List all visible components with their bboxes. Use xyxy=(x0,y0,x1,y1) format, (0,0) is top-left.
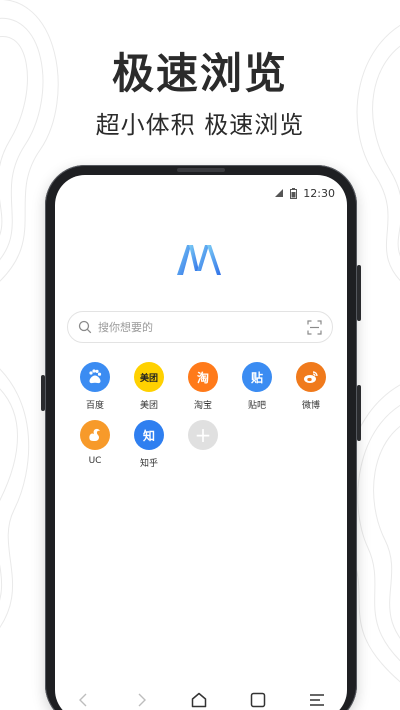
status-time: 12:30 xyxy=(303,186,335,200)
shortcut-label: 微博 xyxy=(301,401,320,411)
phone-frame: 12:30 搜你想要的 百度 美团 美团 淘 淘宝 贴 贴吧 微博 UC 知 知… xyxy=(41,165,361,710)
shortcut-taobao[interactable]: 淘 淘宝 xyxy=(176,362,230,411)
shortcut-label: 淘宝 xyxy=(193,401,212,411)
weibo-icon xyxy=(296,362,326,392)
phone-screen: 12:30 搜你想要的 百度 美团 美团 淘 淘宝 贴 贴吧 微博 UC 知 知… xyxy=(55,175,347,710)
promo-subline: 超小体积 极速浏览 xyxy=(95,111,305,139)
phone-speaker xyxy=(177,168,225,172)
home-icon[interactable] xyxy=(190,691,208,709)
search-bar[interactable]: 搜你想要的 xyxy=(67,311,333,343)
shortcut-tieba[interactable]: 贴 贴吧 xyxy=(230,362,284,411)
shortcut-add[interactable]: + xyxy=(176,420,230,450)
phone-volume-button xyxy=(41,375,45,411)
meituan-icon: 美团 xyxy=(134,362,164,392)
shortcut-label: 百度 xyxy=(85,401,104,411)
tieba-icon: 贴 xyxy=(242,362,272,392)
back-icon[interactable] xyxy=(76,692,92,708)
taobao-icon: 淘 xyxy=(188,362,218,392)
shortcut-meituan[interactable]: 美团 美团 xyxy=(122,362,176,411)
scan-icon[interactable] xyxy=(307,319,322,335)
shortcut-label: 美团 xyxy=(139,401,158,411)
zhihu-icon: 知 xyxy=(134,420,164,450)
add-icon: + xyxy=(188,420,218,450)
shortcut-label: UC xyxy=(88,456,102,466)
shortcut-uc[interactable]: UC xyxy=(68,420,122,466)
status-bar: 12:30 xyxy=(274,185,335,201)
shortcut-label: 贴吧 xyxy=(247,401,266,411)
shortcut-baidu[interactable]: 百度 xyxy=(68,362,122,411)
search-placeholder[interactable]: 搜你想要的 xyxy=(98,319,307,335)
phone-power-button xyxy=(357,265,361,321)
tabs-icon[interactable] xyxy=(249,691,267,709)
shortcut-label: 知乎 xyxy=(139,459,158,469)
shortcut-zhihu[interactable]: 知 知乎 xyxy=(122,420,176,469)
shortcut-weibo[interactable]: 微博 xyxy=(284,362,338,411)
forward-icon[interactable] xyxy=(133,692,149,708)
bottom-nav-bar xyxy=(55,680,347,710)
baidu-icon xyxy=(80,362,110,392)
search-icon xyxy=(78,320,92,334)
browser-logo-icon xyxy=(177,245,221,275)
phone-side-button xyxy=(357,385,361,441)
menu-icon[interactable] xyxy=(308,691,326,709)
promo-headline: 极速浏览 xyxy=(111,49,288,98)
battery-icon xyxy=(290,187,298,199)
uc-icon xyxy=(80,420,110,450)
signal-icon xyxy=(274,188,284,198)
